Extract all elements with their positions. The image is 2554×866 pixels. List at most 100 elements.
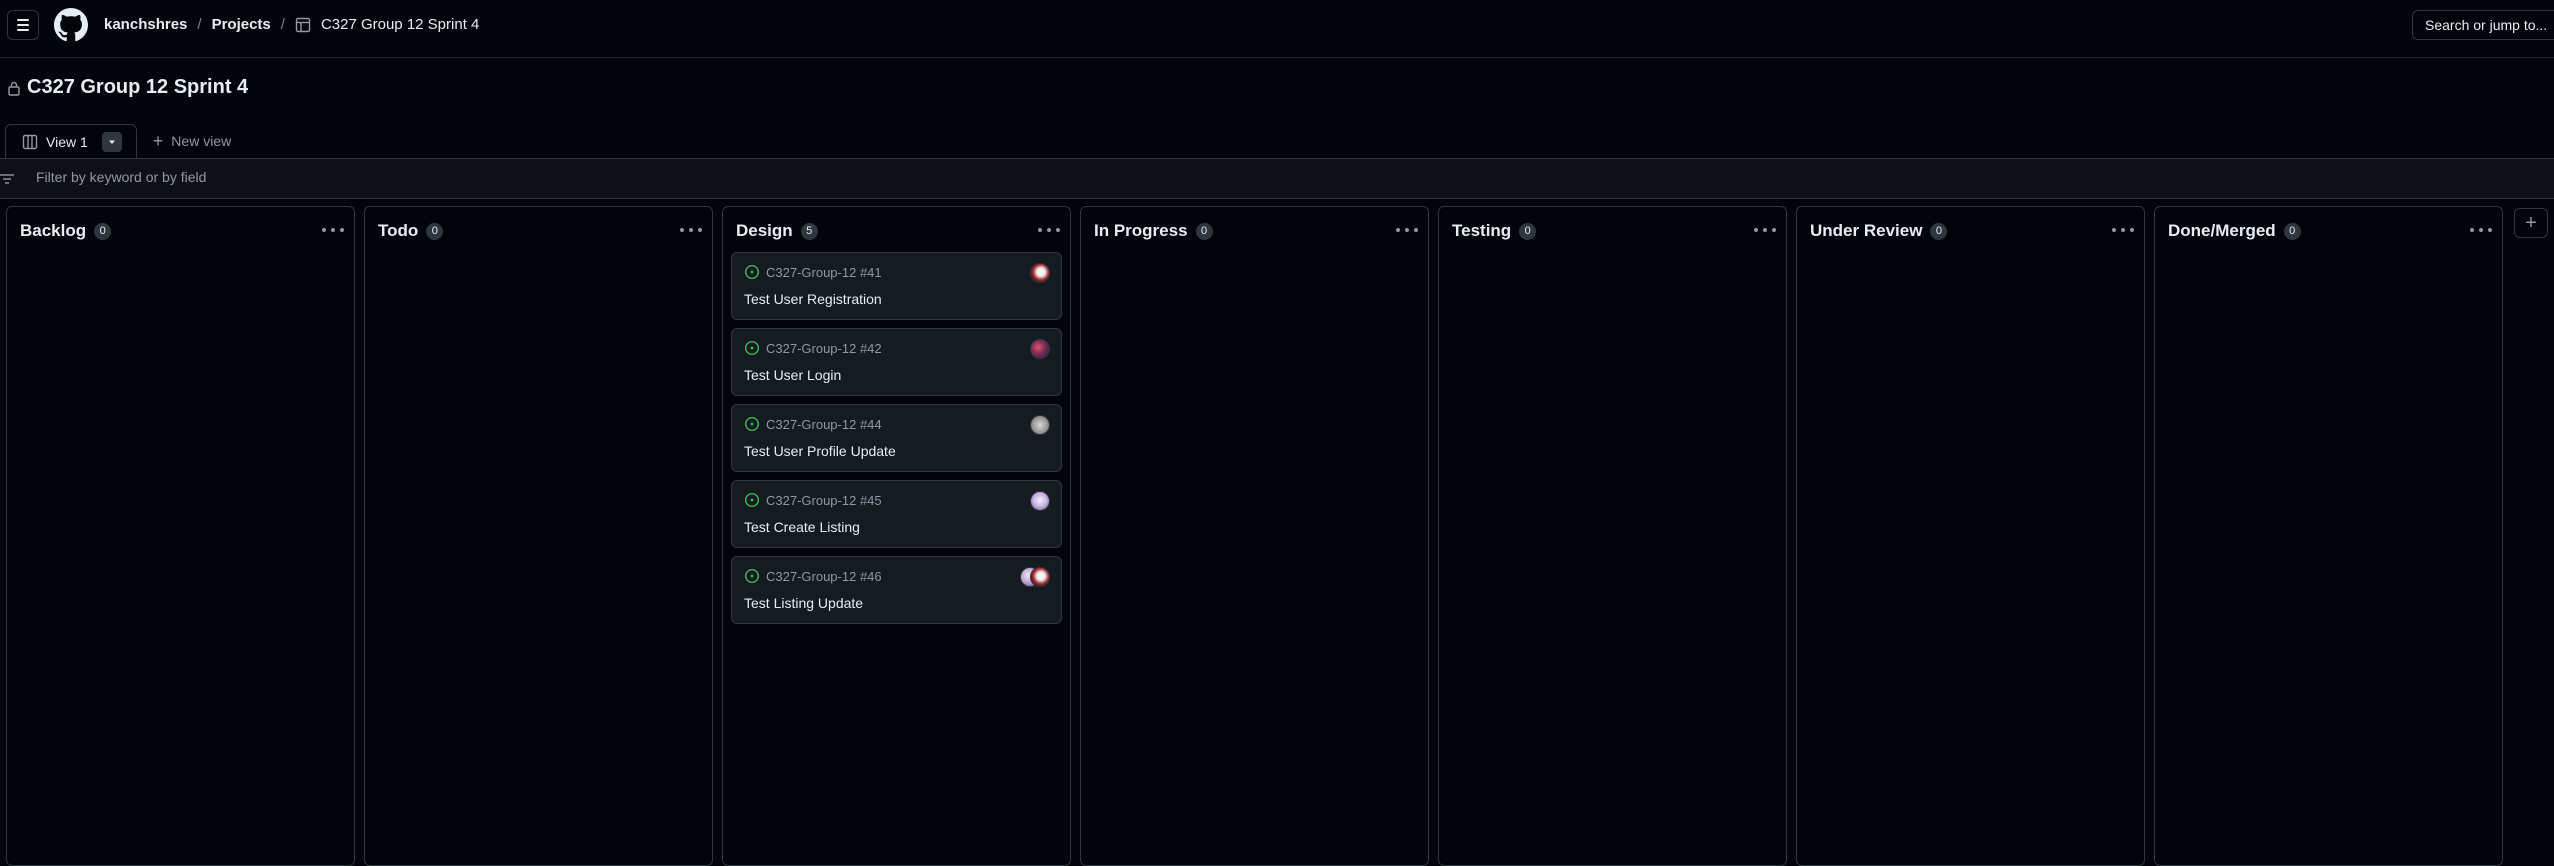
issue-card[interactable]: C327-Group-12 #46 Test Listing Update (731, 556, 1062, 624)
assignee-avatar[interactable] (1030, 263, 1050, 283)
breadcrumb-projects-link[interactable]: Projects (212, 16, 271, 33)
issue-card[interactable]: C327-Group-12 #45 Test Create Listing (731, 480, 1062, 548)
card-reference-text[interactable]: C327-Group-12 #41 (766, 265, 882, 280)
issue-open-icon (744, 264, 760, 280)
issue-open-icon (744, 416, 760, 432)
kebab-horizontal-icon[interactable] (2112, 223, 2134, 237)
kebab-horizontal-icon[interactable] (1396, 223, 1418, 237)
assignee-avatars[interactable] (1020, 567, 1050, 587)
column-testing: Testing 0 (1438, 206, 1787, 866)
column-name: Todo (378, 221, 419, 240)
breadcrumb-separator: / (280, 16, 285, 33)
card-title[interactable]: Test Listing Update (744, 595, 863, 611)
column-count-badge: 0 (1195, 222, 1213, 240)
board-view-icon (22, 134, 38, 149)
column-count-badge: 0 (2283, 222, 2301, 240)
github-logo-icon[interactable] (54, 8, 88, 42)
column-count-badge: 0 (94, 222, 112, 240)
issue-card[interactable]: C327-Group-12 #44 Test User Profile Upda… (731, 404, 1062, 472)
hamburger-icon-line (17, 24, 29, 26)
hamburger-menu-button[interactable] (7, 10, 39, 40)
tab-view-1[interactable]: View 1 (5, 124, 137, 158)
assignee-avatar[interactable] (1030, 491, 1050, 511)
filter-bar (0, 159, 2554, 199)
kebab-horizontal-icon[interactable] (1038, 223, 1060, 237)
column-count-badge: 0 (1930, 222, 1948, 240)
assignee-avatar[interactable] (1030, 415, 1050, 435)
plus-icon: + (2525, 211, 2537, 234)
header-divider (0, 57, 2554, 58)
column-header: Backlog 0 (20, 221, 112, 241)
search-button[interactable]: Search or jump to... (2412, 10, 2554, 40)
assignee-avatar[interactable] (1030, 339, 1050, 359)
assignee-avatar[interactable] (1030, 567, 1050, 587)
kebab-horizontal-icon[interactable] (2470, 223, 2492, 237)
column-name: Design (736, 221, 793, 240)
card-reference-text[interactable]: C327-Group-12 #46 (766, 569, 882, 584)
breadcrumb-project-link[interactable]: C327 Group 12 Sprint 4 (295, 16, 479, 33)
top-header: kanchshres / Projects / C327 Group 12 Sp… (0, 0, 2554, 52)
tab-view-1-label: View 1 (46, 133, 88, 150)
hamburger-icon-line (17, 19, 29, 21)
column-done-merged: Done/Merged 0 (2154, 206, 2503, 866)
column-header: Done/Merged 0 (2168, 221, 2301, 241)
new-view-label: New view (171, 133, 232, 149)
column-name: Done/Merged (2168, 221, 2276, 240)
column-count-badge: 0 (426, 222, 444, 240)
issue-open-icon (744, 492, 760, 508)
card-title[interactable]: Test User Login (744, 367, 841, 383)
search-button-label: Search or jump to... (2425, 17, 2548, 33)
column-count-badge: 0 (1519, 222, 1537, 240)
issue-card[interactable]: C327-Group-12 #42 Test User Login (731, 328, 1062, 396)
filter-icon (0, 174, 14, 184)
column-name: In Progress (1094, 221, 1188, 240)
hamburger-icon-line (17, 29, 29, 31)
breadcrumb-owner-link[interactable]: kanchshres (104, 16, 187, 33)
issue-open-icon (744, 568, 760, 584)
kebab-horizontal-icon[interactable] (1754, 223, 1776, 237)
column-backlog: Backlog 0 (6, 206, 355, 866)
project-title[interactable]: C327 Group 12 Sprint 4 (27, 76, 248, 99)
column-header: Testing 0 (1452, 221, 1537, 241)
column-name: Backlog (20, 221, 87, 240)
column-header: Under Review 0 (1810, 221, 1948, 241)
column-in-progress: In Progress 0 (1080, 206, 1429, 866)
triangle-down-icon (108, 140, 115, 144)
table-icon (295, 17, 311, 32)
column-name: Under Review (1810, 221, 1923, 240)
kebab-horizontal-icon[interactable] (680, 223, 702, 237)
card-reference: C327-Group-12 #41 (744, 264, 882, 280)
issue-open-icon (744, 340, 760, 356)
tabs-divider (0, 158, 2554, 159)
column-design: Design 5 C327-Group-12 #41 Test User Reg… (722, 206, 1071, 866)
card-title[interactable]: Test Create Listing (744, 519, 860, 535)
view-tabs: View 1 + New view (5, 124, 231, 158)
card-reference: C327-Group-12 #44 (744, 416, 882, 432)
card-reference-text[interactable]: C327-Group-12 #42 (766, 341, 882, 356)
card-reference-text[interactable]: C327-Group-12 #44 (766, 417, 882, 432)
new-view-button[interactable]: + New view (153, 124, 231, 158)
breadcrumb-project-label: C327 Group 12 Sprint 4 (320, 16, 480, 33)
column-header: Todo 0 (378, 221, 444, 241)
column-under-review: Under Review 0 (1796, 206, 2145, 866)
filter-input[interactable] (36, 169, 836, 185)
issue-card[interactable]: C327-Group-12 #41 Test User Registration (731, 252, 1062, 320)
plus-icon: + (152, 131, 164, 151)
column-todo: Todo 0 (364, 206, 713, 866)
column-name: Testing (1452, 221, 1512, 240)
breadcrumb: kanchshres / Projects / C327 Group 12 Sp… (104, 16, 479, 33)
card-reference-text[interactable]: C327-Group-12 #45 (766, 493, 882, 508)
kebab-horizontal-icon[interactable] (322, 223, 344, 237)
card-title[interactable]: Test User Profile Update (744, 443, 896, 459)
add-column-button[interactable]: + (2514, 208, 2548, 238)
card-reference: C327-Group-12 #45 (744, 492, 882, 508)
card-reference: C327-Group-12 #42 (744, 340, 882, 356)
view-options-button[interactable] (101, 131, 122, 152)
lock-icon (8, 81, 20, 96)
card-reference: C327-Group-12 #46 (744, 568, 882, 584)
column-header: Design 5 (736, 221, 818, 241)
column-count-badge: 5 (800, 222, 818, 240)
breadcrumb-separator: / (197, 16, 202, 33)
project-title-row: C327 Group 12 Sprint 4 (7, 76, 248, 99)
card-title[interactable]: Test User Registration (744, 291, 882, 307)
